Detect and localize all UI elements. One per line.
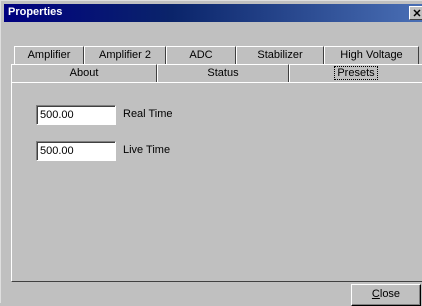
close-accelerator: C bbox=[371, 288, 380, 300]
window-title: Properties bbox=[8, 6, 63, 18]
tab-label: Amplifier 2 bbox=[99, 49, 151, 61]
tab-label: Status bbox=[207, 67, 239, 79]
close-label: lose bbox=[379, 288, 401, 300]
tab-about[interactable]: About bbox=[11, 64, 157, 82]
title-bar[interactable]: Properties ✕ bbox=[4, 4, 422, 22]
tab-stabilizer[interactable]: Stabilizer bbox=[236, 46, 324, 64]
real-time-input[interactable] bbox=[36, 105, 116, 125]
tab-presets[interactable]: Presets bbox=[289, 64, 422, 83]
properties-dialog: Properties ✕ Amplifier Amplifier 2 ADC S… bbox=[0, 0, 422, 306]
tab-amplifier[interactable]: Amplifier bbox=[14, 46, 84, 64]
tab-label: Amplifier bbox=[27, 49, 71, 61]
live-time-label: Live Time bbox=[123, 144, 171, 156]
tab-label: About bbox=[69, 67, 99, 79]
live-time-input[interactable] bbox=[36, 141, 116, 161]
tab-amplifier-2[interactable]: Amplifier 2 bbox=[84, 46, 166, 64]
tab-label: ADC bbox=[189, 49, 213, 61]
tab-label: Presets bbox=[334, 66, 378, 80]
tab-status[interactable]: Status bbox=[157, 64, 289, 82]
tab-high-voltage[interactable]: High Voltage bbox=[324, 46, 419, 64]
tab-label: High Voltage bbox=[340, 49, 403, 61]
tab-label: Stabilizer bbox=[257, 49, 303, 61]
real-time-label: Real Time bbox=[123, 108, 173, 120]
close-icon[interactable]: ✕ bbox=[409, 6, 422, 20]
tab-adc[interactable]: ADC bbox=[166, 46, 236, 64]
